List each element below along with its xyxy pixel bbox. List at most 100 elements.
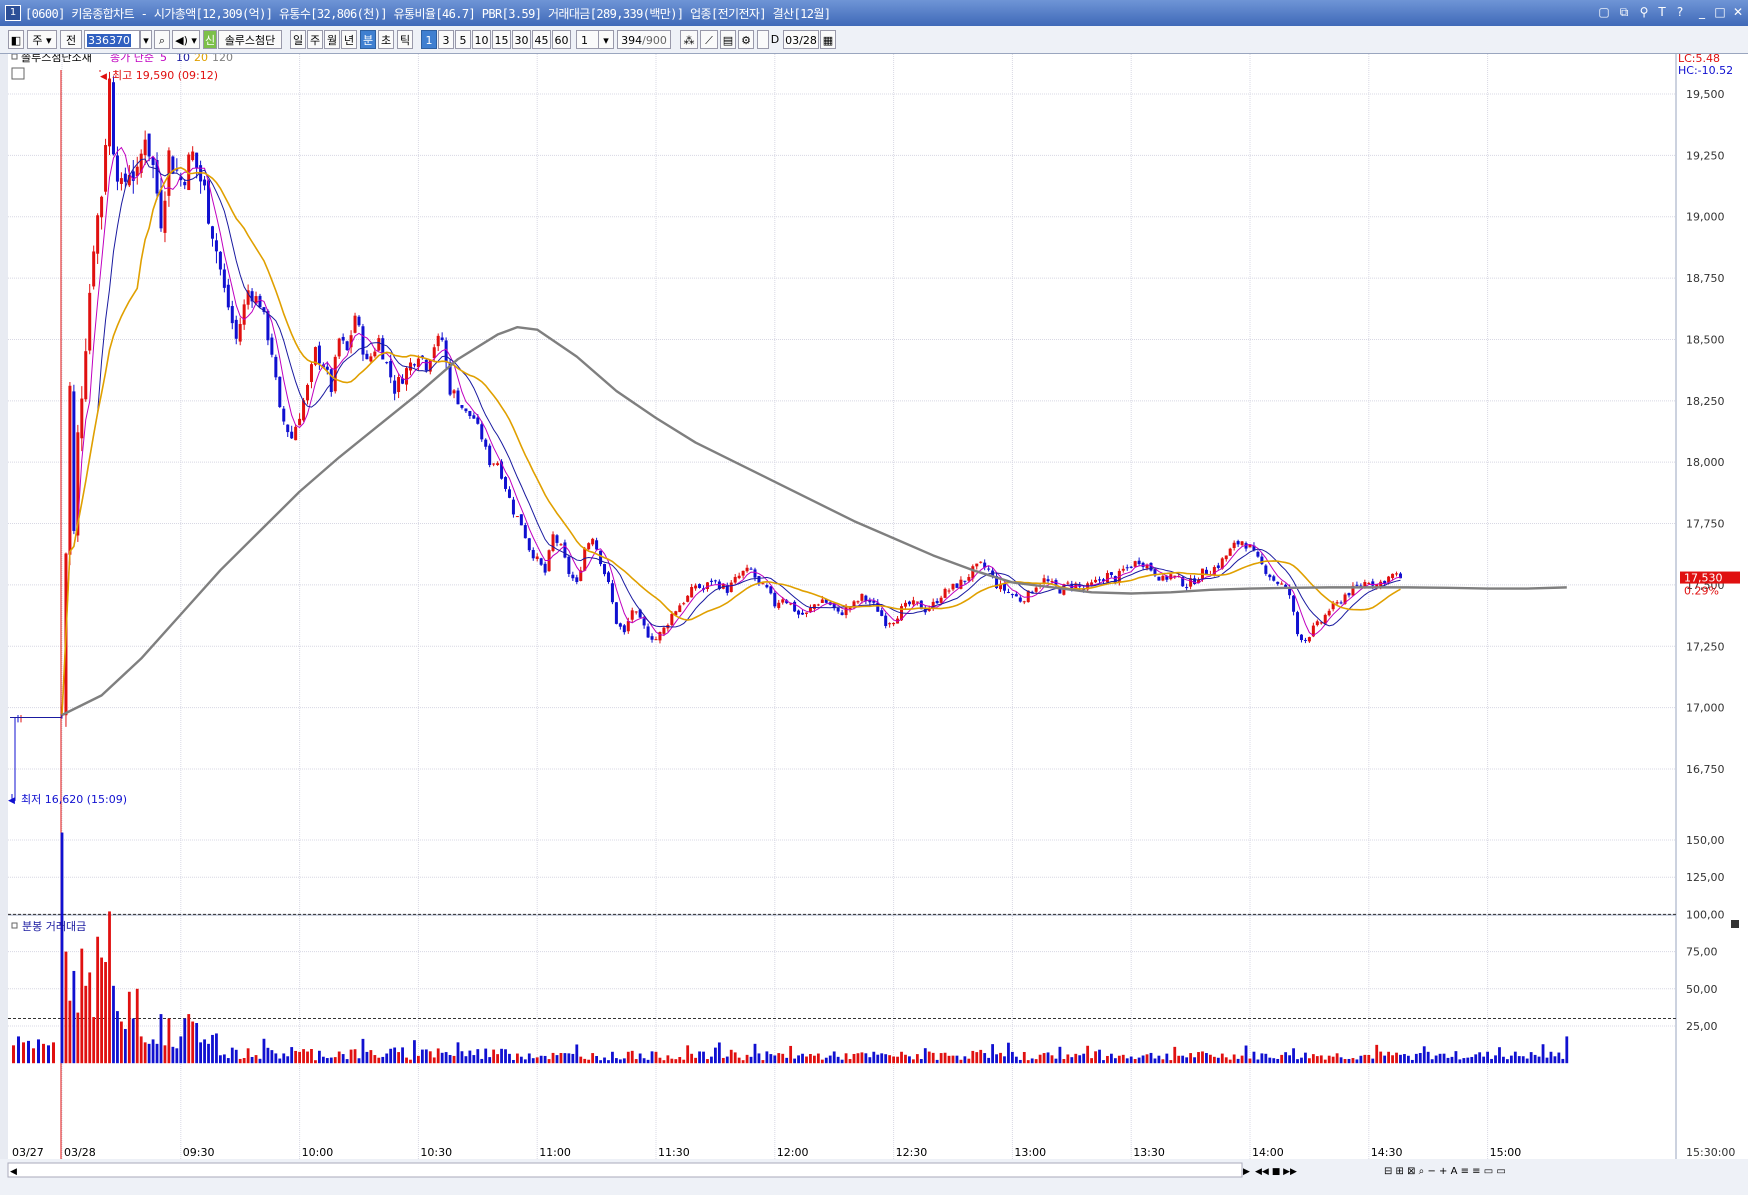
candle-body — [1094, 579, 1098, 583]
interval-3[interactable]: 3 — [438, 30, 454, 49]
low-annotation: 최저 16,620 (15:09) — [21, 793, 127, 806]
candle-body — [987, 568, 991, 570]
restore-icon[interactable]: ▢ — [1596, 5, 1612, 19]
search-icon[interactable]: ⌕ — [154, 30, 170, 49]
volume-bar — [318, 1050, 321, 1064]
candle-body — [836, 607, 840, 612]
interval-60[interactable]: 60 — [552, 30, 571, 49]
font-icon[interactable]: T — [1654, 5, 1670, 19]
volume-bar — [47, 1045, 50, 1064]
volume-bar — [1157, 1055, 1161, 1064]
d-checkbox[interactable] — [757, 30, 769, 49]
minimize-icon[interactable]: _ — [1694, 5, 1710, 19]
volume-bar — [797, 1055, 800, 1064]
volume-bar — [1209, 1054, 1212, 1064]
volume-bar — [900, 1051, 903, 1064]
tile-icon[interactable]: ⧉ — [1616, 5, 1632, 20]
volume-bar — [1082, 1053, 1086, 1064]
candle-body — [690, 586, 694, 598]
calendar-icon[interactable]: ▦ — [820, 30, 836, 49]
interval-15[interactable]: 15 — [492, 30, 511, 49]
volume-bar — [393, 1047, 397, 1064]
period-6[interactable]: 틱 — [397, 30, 413, 49]
interval-30[interactable]: 30 — [512, 30, 531, 49]
candle-body — [218, 251, 222, 270]
volume-bar — [131, 1018, 135, 1064]
candle-body — [955, 583, 959, 588]
volume-bar — [278, 1058, 282, 1064]
trendline-icon[interactable]: ⟋ — [700, 30, 718, 49]
candle-body — [1395, 573, 1399, 575]
interval-10[interactable]: 10 — [472, 30, 491, 49]
volume-bar — [955, 1055, 959, 1064]
candle-body — [1216, 565, 1220, 568]
candle-body — [143, 139, 147, 156]
interval-1[interactable]: 1 — [421, 30, 437, 49]
candle-body — [119, 178, 123, 184]
candle-body — [686, 595, 690, 602]
volume-bar — [1422, 1046, 1426, 1064]
candle-body — [606, 572, 610, 582]
indicator-icon[interactable]: ⁂ — [680, 30, 698, 49]
volume-bar — [88, 972, 92, 1064]
volume-bar — [369, 1050, 373, 1064]
all-button[interactable]: 전 — [60, 30, 82, 49]
sound-icon[interactable]: ◀) ▾ — [172, 30, 200, 49]
candle-body — [92, 251, 96, 287]
period-4[interactable]: 분 — [360, 30, 376, 49]
candle-body — [309, 364, 313, 382]
period-5[interactable]: 초 — [378, 30, 394, 49]
date-field[interactable]: 03/28 — [783, 30, 819, 49]
volume-bar — [547, 1059, 551, 1064]
shin-badge[interactable]: 신 — [203, 30, 217, 49]
volume-bar — [242, 1057, 246, 1064]
time-tick-label: 11:30 — [658, 1146, 690, 1159]
count-field[interactable]: 394/900 — [617, 30, 671, 49]
stock-chart[interactable]: 19,500 19,250 19,000 18,750 18,500 18,250 18,0… — [0, 54, 1748, 1195]
candle-body — [599, 550, 603, 565]
volume-bar — [1502, 1056, 1505, 1064]
volume-bar — [1264, 1053, 1268, 1064]
volume-bar — [1323, 1059, 1327, 1064]
save-icon[interactable]: ▤ — [720, 30, 736, 49]
help-icon[interactable]: ? — [1672, 5, 1688, 19]
chart-type-icon[interactable]: ◧ — [8, 30, 24, 49]
close-icon[interactable]: ✕ — [1730, 5, 1746, 19]
pin-icon[interactable]: ⚲ — [1636, 5, 1652, 19]
volume-bar — [1430, 1059, 1434, 1064]
volume-bar — [195, 1023, 199, 1064]
interval-5[interactable]: 5 — [455, 30, 471, 49]
candle-body — [678, 605, 682, 613]
stock-code-input[interactable]: 336370 — [84, 30, 140, 49]
volume-bar — [848, 1059, 852, 1064]
volume-tick-label: 25,00 — [1686, 1020, 1718, 1033]
period-0[interactable]: 일 — [290, 30, 306, 49]
candle-body — [682, 603, 686, 605]
interval-45[interactable]: 45 — [532, 30, 551, 49]
period-3[interactable]: 년 — [341, 30, 357, 49]
high-arrow-icon: ◀ — [100, 72, 107, 82]
volume-bar — [302, 1049, 305, 1064]
volume-bar — [476, 1049, 480, 1064]
volume-bar — [674, 1059, 678, 1064]
multiplier-dropdown-icon[interactable]: ▾ — [598, 30, 614, 49]
volume-bar — [1462, 1058, 1466, 1064]
candle-body — [852, 601, 856, 607]
volume-bar — [1506, 1059, 1509, 1064]
candle-body — [769, 586, 773, 594]
candle-body — [951, 583, 955, 590]
code-dropdown-icon[interactable]: ▾ — [140, 30, 152, 49]
volume-bar — [238, 1058, 242, 1064]
volume-bar — [1256, 1059, 1260, 1064]
period-1[interactable]: 주 — [307, 30, 323, 49]
settings-icon[interactable]: ⚙ — [738, 30, 754, 49]
volume-bar — [563, 1053, 567, 1064]
volume-bar — [1565, 1036, 1569, 1064]
period-2[interactable]: 월 — [324, 30, 340, 49]
volume-bar — [1541, 1044, 1545, 1064]
legend-ma-120: 120 — [212, 54, 233, 64]
market-select[interactable]: 주 ▾ — [27, 30, 57, 49]
volume-bar — [290, 1047, 294, 1064]
maximize-icon[interactable]: □ — [1712, 5, 1728, 19]
volume-bar — [864, 1053, 868, 1064]
